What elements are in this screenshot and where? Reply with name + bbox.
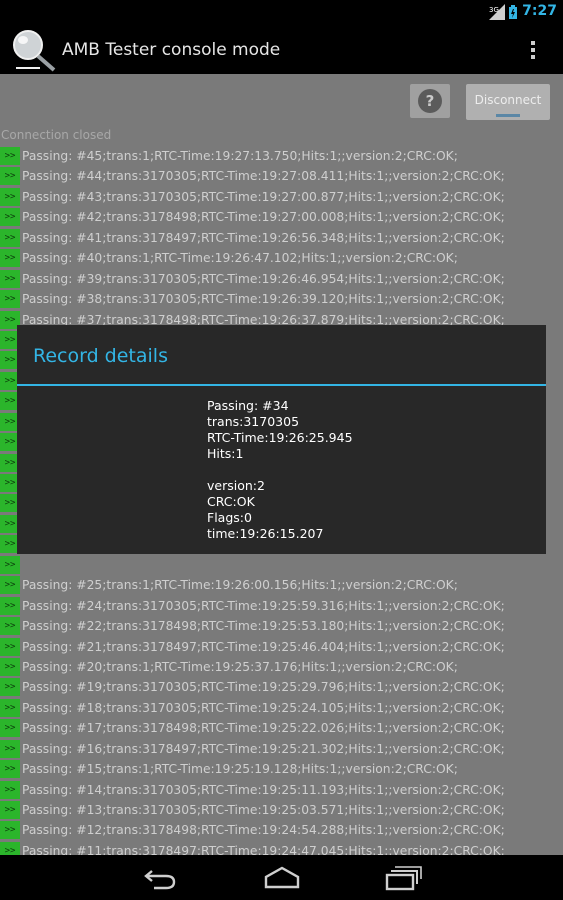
app-title: AMB Tester console mode [62, 40, 281, 60]
signal-type-label: 3G [489, 6, 499, 14]
dialog-header: Record details [17, 325, 546, 386]
log-row[interactable]: >> Passing: #22;trans:3178498;RTC-Time:19… [0, 616, 563, 636]
detail-blank [207, 462, 487, 478]
log-marker: >> [0, 801, 20, 819]
detail-hits: Hits:1 [207, 446, 244, 461]
magnifier-app-icon [13, 30, 56, 72]
detail-crc: CRC:OK [207, 494, 255, 509]
toolbar: ? Disconnect [0, 74, 563, 128]
button-focus-indicator [496, 114, 520, 117]
log-text: Passing: #45;trans:1;RTC-Time:19:27:13.7… [22, 149, 458, 163]
log-row[interactable]: >> Passing: #15;trans:1;RTC-Time:19:25:19… [0, 759, 563, 779]
log-marker: >> [0, 780, 20, 799]
action-bar: AMB Tester console mode [0, 24, 563, 74]
home-icon[interactable] [262, 865, 302, 891]
log-row[interactable]: >> Passing: #21;trans:3178497;RTC-Time:19… [0, 637, 563, 657]
detail-passing: Passing: #34 [207, 398, 289, 413]
log-marker: >> [0, 167, 20, 186]
log-text: Passing: #12;trans:3178498;RTC-Time:19:2… [22, 823, 505, 838]
log-marker: >> [0, 739, 20, 758]
log-marker: >> [0, 228, 20, 247]
log-text: Passing: #15;trans:1;RTC-Time:19:25:19.1… [22, 762, 458, 777]
log-text: Passing: #40;trans:1;RTC-Time:19:26:47.1… [22, 251, 458, 266]
log-row[interactable]: >> Passing: #19;trans:3170305;RTC-Time:19… [0, 677, 563, 697]
log-row[interactable]: >> Passing: #38;trans:3170305;RTC-Time:19… [0, 289, 563, 309]
disconnect-label: Disconnect [474, 93, 542, 107]
log-text: Passing: #39;trans:3170305;RTC-Time:19:2… [22, 271, 505, 286]
disconnect-button[interactable]: Disconnect [466, 84, 550, 120]
log-row[interactable]: >> Passing: #18;trans:3170305;RTC-Time:19… [0, 698, 563, 718]
log-text: Passing: #44;trans:3170305;RTC-Time:19:2… [22, 169, 505, 184]
detail-version: version:2 [207, 478, 265, 493]
log-text: Passing: #16;trans:3178497;RTC-Time:19:2… [22, 741, 505, 756]
recent-apps-icon[interactable] [383, 865, 423, 891]
detail-rtc-time: RTC-Time:19:26:25.945 [207, 430, 353, 445]
log-row[interactable]: >> Passing: #45;trans:1;RTC-Time:19:27:13… [0, 146, 563, 166]
log-row[interactable]: >> Passing: #13;trans:3170305;RTC-Time:19… [0, 800, 563, 820]
detail-trans: trans:3170305 [207, 414, 300, 429]
log-text: Passing: #24;trans:3170305;RTC-Time:19:2… [22, 598, 505, 613]
log-row[interactable]: >> Passing: #42;trans:3178498;RTC-Time:19… [0, 207, 563, 227]
navigation-bar [0, 855, 563, 900]
log-marker: >> [0, 576, 20, 595]
log-marker: >> [0, 719, 20, 738]
help-button[interactable]: ? [410, 84, 450, 118]
log-marker: >> [0, 555, 20, 574]
log-marker: >> [0, 187, 20, 206]
log-text: Passing: #13;trans:3170305;RTC-Time:19:2… [22, 803, 505, 817]
log-text: Passing: #17;trans:3178498;RTC-Time:19:2… [22, 721, 505, 736]
log-marker: >> [0, 596, 20, 615]
detail-flags: Flags:0 [207, 510, 252, 525]
log-text: Passing: #38;trans:3170305;RTC-Time:19:2… [22, 292, 505, 307]
log-marker: >> [0, 147, 20, 165]
log-marker: >> [0, 208, 20, 227]
log-marker: >> [0, 821, 20, 840]
log-row[interactable]: >> Passing: #40;trans:1;RTC-Time:19:26:47… [0, 248, 563, 268]
dialog-title-divider [17, 384, 546, 386]
status-clock: 7:27 [522, 3, 557, 19]
record-details-dialog[interactable]: Record details Passing: #34 trans:317030… [17, 325, 546, 554]
log-marker: >> [0, 617, 20, 636]
log-row[interactable]: >> Passing: #24;trans:3170305;RTC-Time:19… [0, 596, 563, 616]
log-row[interactable]: >> Passing: #16;trans:3178497;RTC-Time:19… [0, 739, 563, 759]
log-marker: >> [0, 290, 20, 309]
log-marker: >> [0, 698, 20, 717]
battery-icon [509, 5, 517, 19]
log-row[interactable]: >> Passing: #43;trans:3170305;RTC-Time:19… [0, 187, 563, 207]
log-row[interactable]: >> [0, 555, 563, 575]
connection-status: Connection closed [1, 128, 112, 142]
back-icon[interactable] [140, 865, 180, 891]
log-row[interactable]: >> Passing: #41;trans:3178497;RTC-Time:19… [0, 228, 563, 248]
log-marker: >> [0, 269, 20, 288]
log-text: Passing: #21;trans:3178497;RTC-Time:19:2… [22, 639, 505, 654]
log-row[interactable]: >> Passing: #17;trans:3178498;RTC-Time:19… [0, 718, 563, 738]
log-text: Passing: #14;trans:3170305;RTC-Time:19:2… [22, 782, 505, 797]
log-text: Passing: #42;trans:3178498;RTC-Time:19:2… [22, 210, 505, 225]
log-text: Passing: #25;trans:1;RTC-Time:19:26:00.1… [22, 578, 458, 593]
log-text: Passing: #18;trans:3170305;RTC-Time:19:2… [22, 700, 505, 715]
log-marker: >> [0, 760, 20, 779]
log-row[interactable]: >> Passing: #39;trans:3170305;RTC-Time:19… [0, 269, 563, 289]
log-marker: >> [0, 637, 20, 656]
log-text: Passing: #41;trans:3178497;RTC-Time:19:2… [22, 230, 505, 245]
log-text: Passing: #19;trans:3170305;RTC-Time:19:2… [22, 680, 505, 695]
log-row[interactable]: >> Passing: #20;trans:1;RTC-Time:19:25:37… [0, 657, 563, 677]
log-marker: >> [0, 657, 20, 676]
log-marker: >> [0, 249, 20, 268]
dialog-title: Record details [33, 345, 168, 367]
log-text: Passing: #20;trans:1;RTC-Time:19:25:37.1… [22, 659, 458, 674]
log-row[interactable]: >> Passing: #14;trans:3170305;RTC-Time:19… [0, 780, 563, 800]
log-row[interactable]: >> Passing: #44;trans:3170305;RTC-Time:19… [0, 166, 563, 186]
detail-time: time:19:26:15.207 [207, 526, 324, 541]
log-marker: >> [0, 678, 20, 697]
log-text: Passing: #22;trans:3178498;RTC-Time:19:2… [22, 619, 505, 634]
help-icon: ? [418, 89, 442, 113]
dialog-body: Passing: #34 trans:3170305 RTC-Time:19:2… [207, 398, 487, 542]
overflow-menu-icon[interactable] [526, 39, 540, 61]
log-row[interactable]: >> Passing: #12;trans:3178498;RTC-Time:19… [0, 820, 563, 840]
status-bar: 3G 7:27 [0, 0, 563, 24]
log-row[interactable]: >> Passing: #25;trans:1;RTC-Time:19:26:00… [0, 575, 563, 595]
log-text: Passing: #43;trans:3170305;RTC-Time:19:2… [22, 189, 505, 204]
signal-icon: 3G [489, 4, 505, 20]
